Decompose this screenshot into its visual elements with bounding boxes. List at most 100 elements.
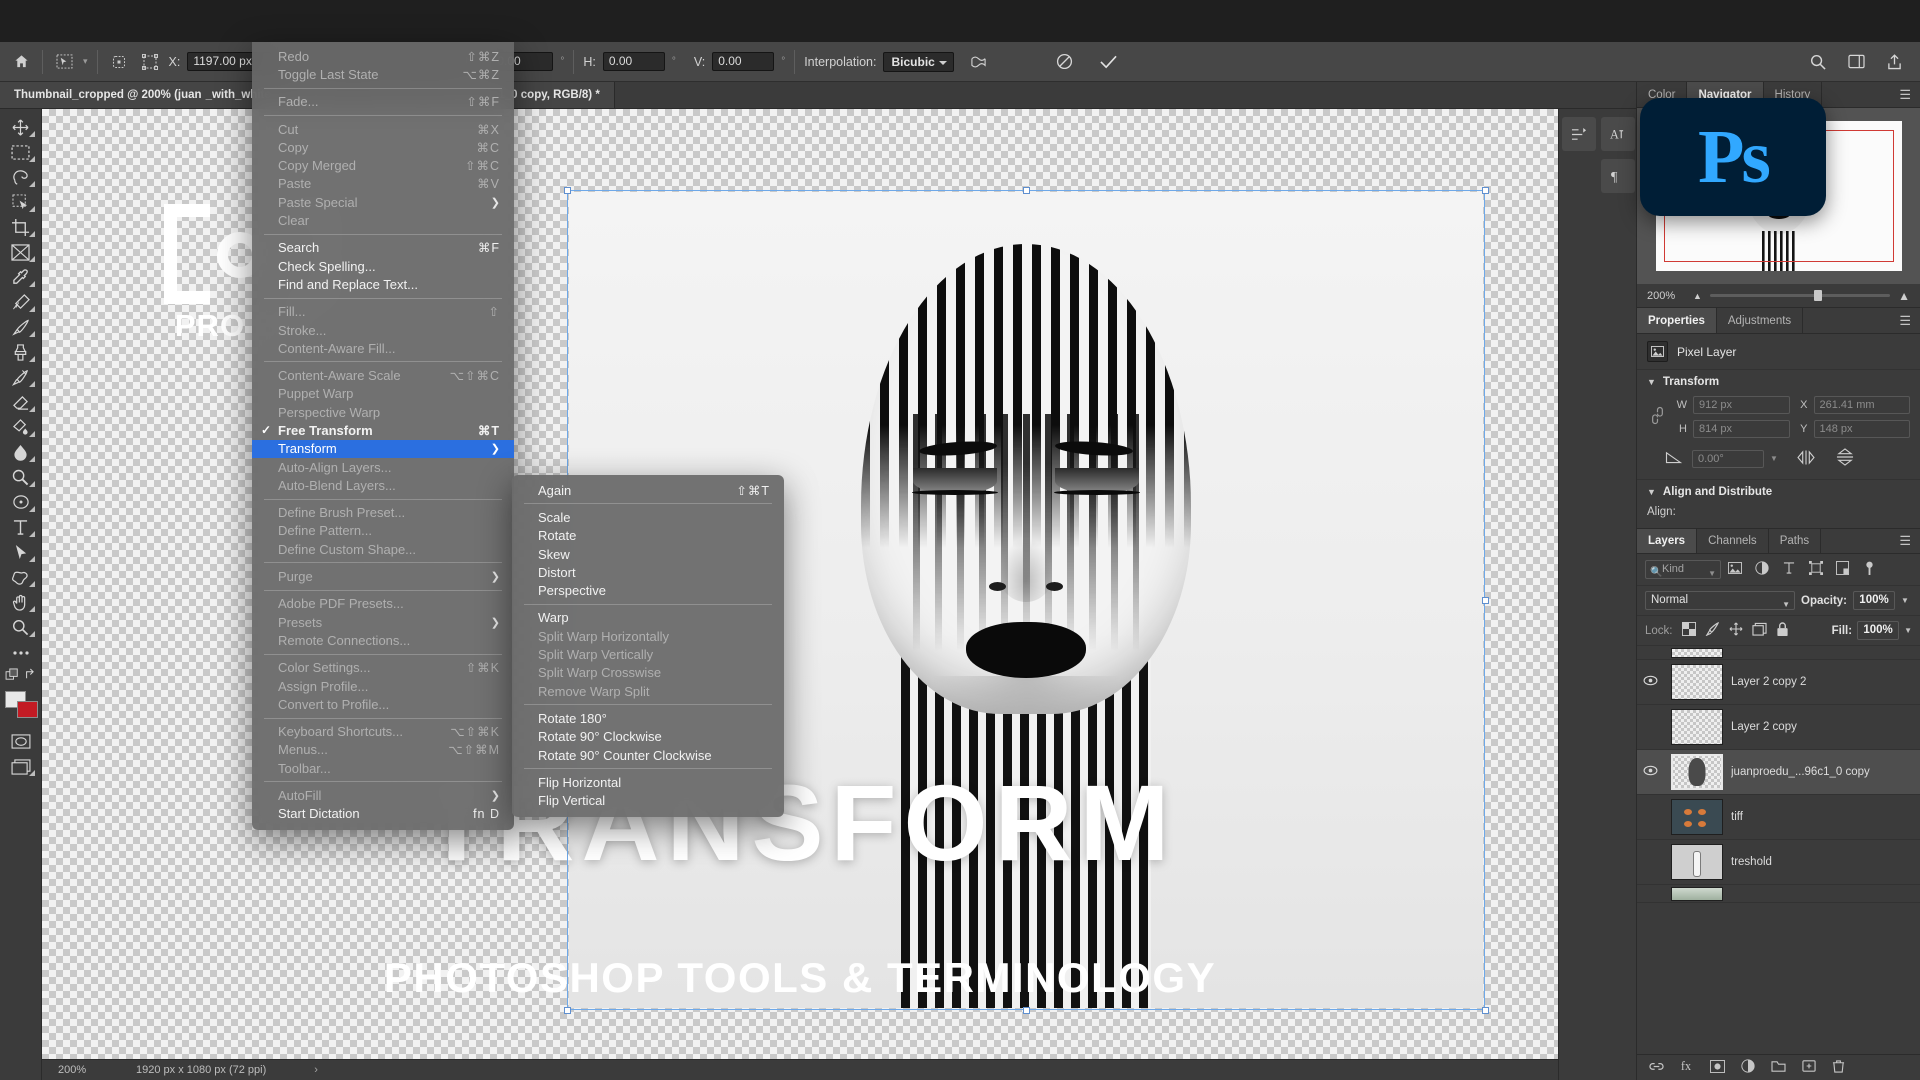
transform-submenu-item-flip-vertical[interactable]: Flip Vertical — [512, 791, 784, 809]
delete-layer-icon[interactable] — [1832, 1059, 1845, 1076]
status-zoom-level[interactable]: 200% — [42, 1064, 114, 1076]
transform-submenu-item-rotate-90-clockwise[interactable]: Rotate 90° Clockwise — [512, 728, 784, 746]
properties-align-header[interactable]: ▼ Align and Distribute — [1637, 479, 1920, 504]
eyedropper-tool[interactable] — [4, 265, 38, 290]
tab-channels[interactable]: Channels — [1697, 529, 1769, 553]
interpolation-select[interactable]: Bicubic — [883, 52, 953, 72]
edit-toolbar-button[interactable] — [4, 640, 38, 665]
status-expand-arrow[interactable]: › — [266, 1064, 318, 1076]
reference-point-icon[interactable] — [107, 50, 131, 74]
tab-layers[interactable]: Layers — [1637, 529, 1697, 553]
transform-submenu-item-flip-horizontal[interactable]: Flip Horizontal — [512, 773, 784, 791]
layer-visibility-toggle[interactable] — [1637, 675, 1663, 689]
blur-tool[interactable] — [4, 440, 38, 465]
layer-filter-kind-select[interactable]: 🔍 Kind ▼ — [1645, 560, 1721, 579]
brush-tool[interactable] — [4, 315, 38, 340]
filter-toggle-icon[interactable] — [1856, 561, 1883, 579]
zoom-out-icon[interactable]: ▲ — [1693, 291, 1702, 301]
panel-menu-icon[interactable]: ☰ — [1890, 308, 1920, 333]
tool-preset-group[interactable]: ▾ — [43, 42, 97, 82]
h-input[interactable]: 814 px — [1693, 420, 1790, 438]
cancel-transform-icon[interactable] — [1053, 50, 1077, 74]
transform-submenu-item-skew[interactable]: Skew — [512, 545, 784, 563]
transform-submenu-item-distort[interactable]: Distort — [512, 563, 784, 581]
lock-transparent-pixels-icon[interactable] — [1682, 622, 1696, 639]
navigator-zoom-knob[interactable] — [1814, 290, 1822, 301]
opacity-value[interactable]: 100% — [1853, 591, 1895, 610]
tab-adjustments[interactable]: Adjustments — [1717, 308, 1803, 333]
lock-image-pixels-icon[interactable] — [1705, 622, 1720, 639]
layer-style-icon[interactable]: fx — [1680, 1059, 1694, 1076]
search-icon[interactable] — [1806, 50, 1830, 74]
layer-mask-icon[interactable] — [1710, 1060, 1725, 1076]
flip-horizontal-icon[interactable] — [1796, 450, 1816, 468]
chevron-down-icon[interactable]: ▼ — [1708, 565, 1716, 582]
background-color-swatch[interactable] — [17, 701, 38, 718]
custom-shape-tool[interactable] — [4, 565, 38, 590]
transform-submenu[interactable]: Again⇧⌘TScaleRotateSkewDistortPerspectiv… — [512, 475, 784, 817]
edit-menu-item-transform[interactable]: Transform❯ — [252, 440, 514, 458]
shape-filter-icon[interactable] — [1802, 561, 1829, 578]
lock-artboard-icon[interactable] — [1752, 622, 1767, 639]
zoom-in-icon[interactable]: ▲ — [1898, 289, 1910, 303]
table-row[interactable]: treshold — [1637, 840, 1920, 885]
layer-thumbnail[interactable] — [1671, 664, 1723, 700]
frame-tool[interactable] — [4, 240, 38, 265]
screen-mode-icon[interactable] — [4, 754, 38, 779]
new-group-icon[interactable] — [1771, 1060, 1786, 1076]
marquee-tool[interactable] — [4, 140, 38, 165]
table-row[interactable]: juanproedu_...96c1_0 copy — [1637, 750, 1920, 795]
edit-menu-item-check-spelling[interactable]: Check Spelling... — [252, 257, 514, 275]
adjustment-filter-icon[interactable] — [1748, 561, 1775, 578]
layer-thumbnail[interactable] — [1671, 648, 1723, 658]
transform-grid-icon[interactable] — [138, 50, 162, 74]
home-button-group[interactable] — [0, 42, 42, 82]
edit-menu-item-find-and-replace-text[interactable]: Find and Replace Text... — [252, 275, 514, 293]
hand-tool[interactable] — [4, 590, 38, 615]
layer-name[interactable]: Layer 2 copy — [1731, 721, 1797, 733]
layer-name[interactable]: treshold — [1731, 856, 1772, 868]
type-tool[interactable] — [4, 515, 38, 540]
move-tool-preset-icon[interactable] — [52, 50, 76, 74]
edit-menu[interactable]: Redo⇧⌘ZToggle Last State⌥⌘ZFade...⇧⌘FCut… — [252, 42, 514, 830]
character-panel-icon[interactable]: A — [1601, 117, 1635, 151]
home-icon[interactable] — [9, 50, 33, 74]
transform-submenu-item-warp[interactable]: Warp — [512, 609, 784, 627]
layer-thumbnail[interactable] — [1671, 709, 1723, 745]
transform-submenu-item-scale[interactable]: Scale — [512, 508, 784, 526]
angle-dropdown-icon[interactable]: ▼ — [1770, 454, 1778, 463]
layer-thumbnail[interactable] — [1671, 887, 1723, 901]
pen-tool[interactable] — [4, 490, 38, 515]
chevron-down-icon[interactable]: ▼ — [1647, 377, 1656, 387]
layer-name[interactable]: Layer 2 copy 2 — [1731, 676, 1806, 688]
history-brush-tool[interactable] — [4, 365, 38, 390]
chevron-down-icon[interactable]: ▼ — [1647, 487, 1656, 497]
warp-icon[interactable] — [967, 50, 991, 74]
panel-menu-icon[interactable]: ☰ — [1890, 529, 1920, 553]
edit-menu-item-start-dictation[interactable]: Start Dictationfn D — [252, 805, 514, 823]
dodge-tool[interactable] — [4, 465, 38, 490]
layer-visibility-toggle[interactable] — [1637, 765, 1663, 779]
commit-transform-icon[interactable] — [1097, 50, 1121, 74]
transform-submenu-item-again[interactable]: Again⇧⌘T — [512, 481, 784, 499]
flip-vertical-icon[interactable] — [1836, 448, 1854, 469]
lock-position-icon[interactable] — [1729, 622, 1743, 639]
fill-value[interactable]: 100% — [1857, 621, 1899, 640]
tab-paths[interactable]: Paths — [1769, 529, 1821, 553]
layer-name[interactable]: tiff — [1731, 811, 1743, 823]
y-input[interactable]: 148 px — [1814, 420, 1911, 438]
properties-transform-header[interactable]: ▼ Transform — [1637, 369, 1920, 394]
zoom-tool[interactable] — [4, 615, 38, 640]
eraser-tool[interactable] — [4, 390, 38, 415]
adjustment-layer-icon[interactable] — [1741, 1059, 1755, 1076]
object-selection-tool[interactable] — [4, 190, 38, 215]
table-row[interactable]: Layer 2 copy — [1637, 705, 1920, 750]
skew-v-group[interactable]: V: 0.00 ° — [685, 42, 794, 82]
share-icon[interactable] — [1882, 50, 1906, 74]
commit-group[interactable] — [1044, 42, 1130, 82]
edit-menu-item-search[interactable]: Search⌘F — [252, 239, 514, 257]
paragraph-panel-icon[interactable]: ¶ — [1601, 159, 1635, 193]
clone-stamp-tool[interactable] — [4, 340, 38, 365]
skew-h-group[interactable]: H: 0.00 ° — [574, 42, 685, 82]
quick-mask-icon[interactable] — [4, 729, 38, 754]
